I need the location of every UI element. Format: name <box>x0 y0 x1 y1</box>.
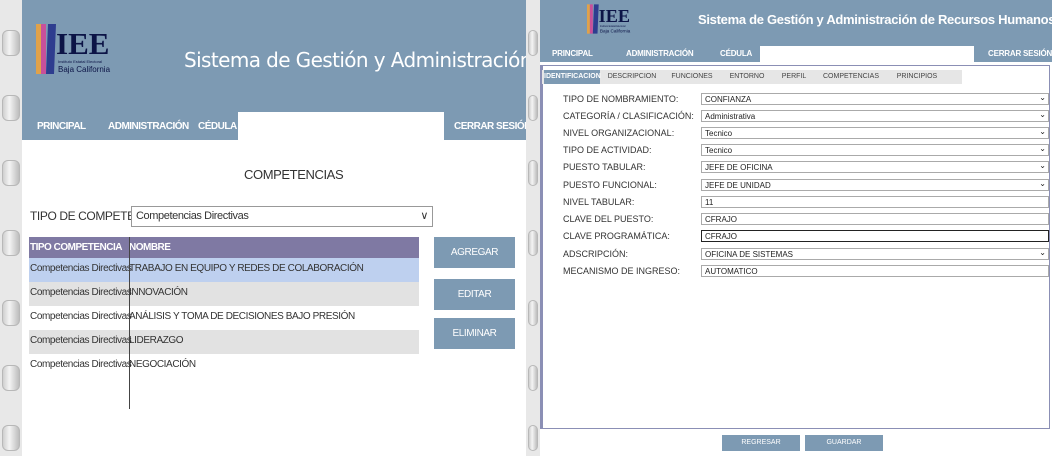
chevron-down-icon: ⌄ <box>1039 93 1046 102</box>
app-title: Sistema de Gestión y Administración de R… <box>698 12 1052 27</box>
edit-button[interactable]: EDITAR <box>434 279 515 310</box>
clave-puesto-input[interactable]: CFRAJO <box>701 213 1049 225</box>
app-title: Sistema de Gestión y Administración de R… <box>184 48 526 72</box>
svg-text:Baja California: Baja California <box>58 65 111 74</box>
chevron-down-icon: ⌄ <box>1039 248 1046 257</box>
field-row: PUESTO TABULAR: JEFE DE OFICINA ⌄ <box>563 161 1049 174</box>
clave-programatica-input[interactable]: CFRAJO <box>701 230 1049 242</box>
tab-entorno[interactable]: ENTORNO <box>722 70 772 84</box>
tab-bar: IDENTIFICACION DESCRIPCION FUNCIONES ENT… <box>542 70 962 84</box>
table-row[interactable]: Competencias Directivas LIDERAZGO <box>29 330 419 354</box>
nivel-organizacional-select[interactable]: Tecnico ⌄ <box>701 127 1049 139</box>
svg-text:Instituto Estatal Electoral: Instituto Estatal Electoral <box>58 59 102 64</box>
table-row[interactable]: Competencias Directivas INNOVACIÓN <box>29 282 419 306</box>
categoria-select[interactable]: Administrativa ⌄ <box>701 110 1049 122</box>
table-header: TIPO COMPETENCIA NOMBRE <box>29 237 419 258</box>
svg-text:Baja California: Baja California <box>600 28 631 33</box>
app-header: IEE Instituto Estatal Electoral Baja Cal… <box>540 0 1052 46</box>
field-row: CLAVE DEL PUESTO: CFRAJO <box>563 213 1049 226</box>
tab-perfil[interactable]: PERFIL <box>774 70 814 84</box>
nav-administracion[interactable]: ADMINISTRACIÓN <box>626 49 694 58</box>
field-row: CATEGORÍA / CLASIFICACIÓN: Administrativ… <box>563 110 1049 123</box>
field-row: CLAVE PROGRAMÁTICA: CFRAJO <box>563 230 1049 243</box>
chevron-down-icon: ∨ <box>420 210 428 222</box>
table-row[interactable]: Competencias Directivas TRABAJO EN EQUIP… <box>29 258 419 282</box>
chevron-down-icon: ⌄ <box>1039 110 1046 119</box>
svg-text:Instituto Estatal Electoral: Instituto Estatal Electoral <box>600 25 626 28</box>
field-row: TIPO DE NOMBRAMIENTO: CONFIANZA ⌄ <box>563 93 1049 106</box>
field-row: MECANISMO DE INGRESO: AUTOMATICO <box>563 265 1049 278</box>
section-title: COMPETENCIAS <box>244 167 344 182</box>
nav-principal[interactable]: PRINCIPAL <box>37 121 86 132</box>
tab-competencias[interactable]: COMPETENCIAS <box>816 70 886 84</box>
main-nav: PRINCIPAL ADMINISTRACIÓN CÉDULA CERRAR S… <box>22 112 526 140</box>
tab-identificacion[interactable]: IDENTIFICACION <box>544 70 601 84</box>
tab-funciones[interactable]: FUNCIONES <box>664 70 720 84</box>
decorative-column-strip <box>0 0 22 456</box>
competency-type-select[interactable]: Competencias Directivas ∨ <box>131 206 433 227</box>
field-row: ADSCRIPCIÓN: OFICINA DE SISTEMAS ⌄ <box>563 248 1049 261</box>
save-button[interactable]: GUARDAR <box>805 435 883 451</box>
app-header: IEE Instituto Estatal Electoral Baja Cal… <box>22 0 526 112</box>
main-nav: PRINCIPAL ADMINISTRACIÓN CÉDULA CERRAR S… <box>540 46 1052 62</box>
logout-link[interactable]: CERRAR SESIÓN <box>988 49 1052 58</box>
back-button[interactable]: REGRESAR <box>722 435 800 451</box>
field-row: NIVEL ORGANIZACIONAL: Tecnico ⌄ <box>563 127 1049 140</box>
tipo-actividad-select[interactable]: Tecnico ⌄ <box>701 144 1049 156</box>
nav-cedula[interactable]: CÉDULA <box>198 121 237 132</box>
chevron-down-icon: ⌄ <box>1039 161 1046 170</box>
table-row[interactable]: Competencias Directivas NEGOCIACIÓN <box>29 354 419 378</box>
cedula-screen: IEE Instituto Estatal Electoral Baja Cal… <box>526 0 1052 456</box>
nav-cedula[interactable]: CÉDULA <box>720 49 752 58</box>
competencias-screen: IEE Instituto Estatal Electoral Baja Cal… <box>0 0 526 456</box>
decorative-column-strip <box>526 0 540 456</box>
iee-logo: IEE Instituto Estatal Electoral Baja Cal… <box>36 24 111 74</box>
nav-administracion[interactable]: ADMINISTRACIÓN <box>108 121 189 132</box>
nivel-tabular-input[interactable]: 11 <box>701 196 1049 208</box>
svg-text:IEE: IEE <box>599 6 630 26</box>
svg-text:IEE: IEE <box>56 26 109 61</box>
nav-principal[interactable]: PRINCIPAL <box>552 49 593 58</box>
tab-principios[interactable]: PRINCIPIOS <box>888 70 946 84</box>
logout-link[interactable]: CERRAR SESIÓN <box>454 121 526 132</box>
adscripcion-select[interactable]: OFICINA DE SISTEMAS ⌄ <box>701 248 1049 260</box>
field-row: TIPO DE ACTIVIDAD: Tecnico ⌄ <box>563 144 1049 157</box>
delete-button[interactable]: ELIMINAR <box>434 318 515 349</box>
add-button[interactable]: AGREGAR <box>434 237 515 268</box>
column-divider <box>129 237 130 409</box>
table-row[interactable]: Competencias Directivas ANÁLISIS Y TOMA … <box>29 306 419 330</box>
field-row: NIVEL TABULAR: 11 <box>563 196 1049 209</box>
chevron-down-icon: ⌄ <box>1039 144 1046 153</box>
chevron-down-icon: ⌄ <box>1039 179 1046 188</box>
tab-descripcion[interactable]: DESCRIPCION <box>602 70 662 84</box>
puesto-funcional-select[interactable]: JEFE DE UNIDAD ⌄ <box>701 179 1049 191</box>
puesto-tabular-select[interactable]: JEFE DE OFICINA ⌄ <box>701 161 1049 173</box>
field-row: PUESTO FUNCIONAL: JEFE DE UNIDAD ⌄ <box>563 179 1049 192</box>
tipo-nombramiento-select[interactable]: CONFIANZA ⌄ <box>701 93 1049 105</box>
iee-logo: IEE Instituto Estatal Electoral Baja Cal… <box>586 4 631 34</box>
competencies-table: TIPO COMPETENCIA NOMBRE Competencias Dir… <box>29 237 419 378</box>
chevron-down-icon: ⌄ <box>1039 127 1046 136</box>
mecanismo-ingreso-input[interactable]: AUTOMATICO <box>701 265 1049 277</box>
